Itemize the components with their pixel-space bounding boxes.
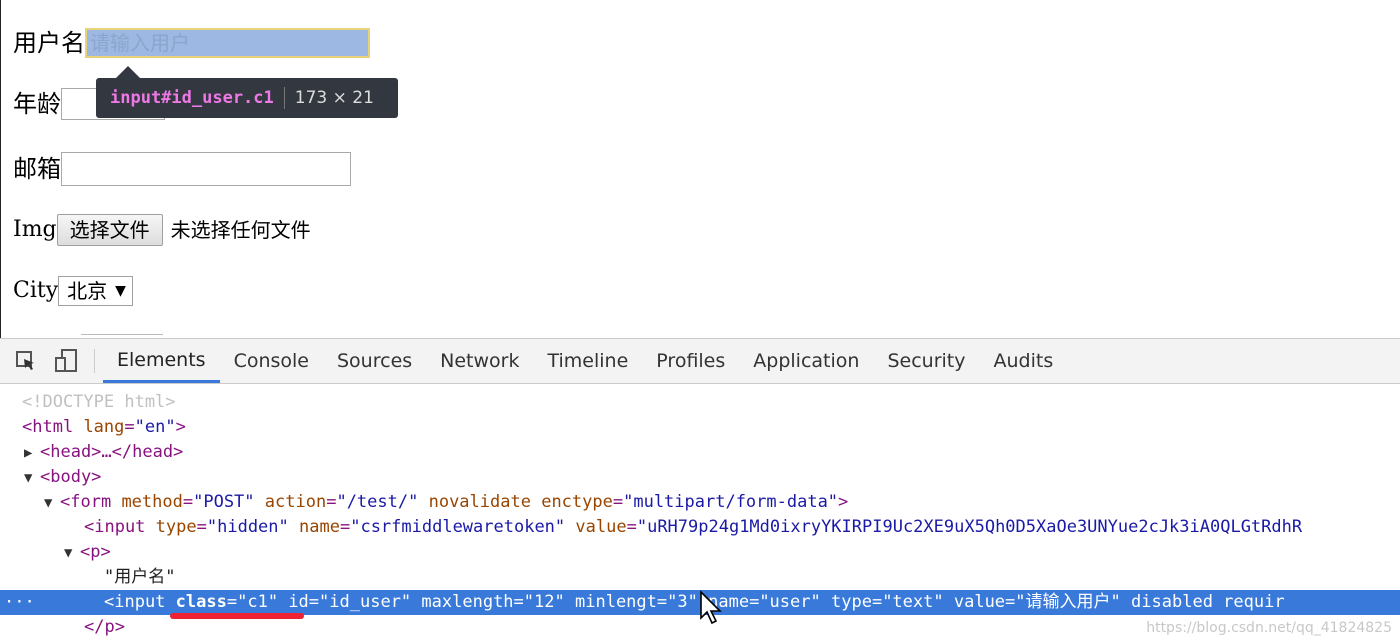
attr-name: disabled requir [1131,592,1285,612]
age-label: 年龄 [13,90,61,118]
inspect-element-icon[interactable] [6,339,46,383]
form-attr-value: "/test/" [336,492,419,512]
html-attr-value: "en" [134,417,176,437]
email-row: 邮箱 [13,152,351,186]
city-select[interactable]: 北京 ▼ [58,276,133,306]
attr-value: "hidden" [206,517,289,537]
attr-value: 请输入用户 [1025,592,1111,612]
expand-triangle-icon[interactable]: ▶ [24,441,40,466]
text-node: "用户名" [104,567,176,587]
dom-line-hidden-input[interactable]: <input type="hidden" name="csrfmiddlewar… [0,515,1400,540]
tab-audits[interactable]: Audits [979,339,1067,383]
collapse-triangle-icon[interactable]: ▼ [24,466,40,491]
username-input[interactable]: 请输入用户 [85,28,370,58]
attr-value: "id_user" [319,592,412,612]
attr-value: "uRH79p24g1Md0ixryYKIRPI9Uc2XE9uX5Qh0D5X… [636,517,1303,537]
file-status-text: 未选择任何文件 [170,218,311,242]
form-attr: novalidate [428,492,531,512]
img-row: Img 选择文件 未选择任何文件 [13,214,311,246]
head-tag: <head>…</head> [40,442,184,462]
collapse-triangle-icon[interactable]: ▼ [64,541,80,566]
html-tag: <html [22,417,74,437]
dom-line-text[interactable]: "用户名" [0,565,1400,590]
form-tag: <form [60,492,112,512]
tab-security[interactable]: Security [873,339,979,383]
tooltip-selector: input#id_user.c1 [110,88,274,108]
mouse-cursor-icon [700,590,722,625]
form-attr-value: "POST" [193,492,255,512]
inspect-tooltip: input#id_user.c1 173 × 21 [96,66,398,118]
attr-name: minlengt [575,592,657,612]
choose-file-button[interactable]: 选择文件 [56,214,163,246]
attr-value: "12" [523,592,565,612]
attr-value: "csrfmiddlewaretoken" [350,517,566,537]
tooltip-size: 173 × 21 [294,88,374,108]
dom-line-html[interactable]: <html lang="en"> [0,415,1400,440]
dropdown-arrow-icon: ▼ [115,283,126,299]
watermark: https://blog.csdn.net/qq_41824825 [1146,620,1392,636]
toolbar-divider [94,349,95,373]
dom-line-form[interactable]: ▼ <form method="POST" action="/test/" nov… [0,490,1400,515]
tab-network[interactable]: Network [426,339,533,383]
city-label: City [13,278,59,303]
tab-application[interactable]: Application [739,339,873,383]
more-dots-icon[interactable]: ··· [4,590,35,615]
device-mode-icon[interactable] [46,339,86,383]
email-label: 邮箱 [13,155,61,183]
tooltip-divider [283,87,285,109]
attr-value: "text" [882,592,944,612]
tab-timeline[interactable]: Timeline [534,339,643,383]
devtools-toolbar: Elements Console Sources Network Timelin… [0,339,1400,384]
p-close-tag: </p> [84,617,125,637]
email-input[interactable] [61,152,351,186]
form-attr: enctype [541,492,613,512]
city-row: City 北京 ▼ [13,276,133,306]
dom-line-doctype[interactable]: <!DOCTYPE html> [0,390,1400,415]
dom-line-head[interactable]: ▶ <head>…</head> [0,440,1400,465]
form-attr-value: "multipart/form-data" [623,492,839,512]
body-tag: <body> [40,467,102,487]
collapse-triangle-icon[interactable]: ▼ [44,491,60,516]
username-row: 用户名 请输入用户 [13,28,370,58]
form-attr: method [121,492,183,512]
tab-sources[interactable]: Sources [323,339,426,383]
username-placeholder: 请输入用户 [90,31,190,55]
username-label: 用户名 [13,29,85,57]
doctype-text: <!DOCTYPE html> [22,392,176,412]
page-content: 用户名 请输入用户 年龄 邮箱 Img 选择文件 未选择任何文件 City 北京… [0,0,1400,338]
p-tag: <p> [80,542,111,562]
dom-line-body[interactable]: ▼ <body> [0,465,1400,490]
red-underline-annotation [170,613,304,619]
img-label: Img [13,217,57,242]
tab-elements[interactable]: Elements [103,339,220,383]
attr-value: "3" [667,592,698,612]
tab-console[interactable]: Console [220,339,323,383]
form-attr: action [264,492,327,512]
attr-value: "user" [759,592,821,612]
dom-line-p[interactable]: ▼ <p> [0,540,1400,565]
input-tag: <input [104,592,166,612]
tab-profiles[interactable]: Profiles [642,339,739,383]
html-attr: lang [83,417,125,437]
city-selected-value: 北京 [67,279,108,303]
attr-value: "c1" [237,592,279,612]
input-tag: <input [84,517,146,537]
